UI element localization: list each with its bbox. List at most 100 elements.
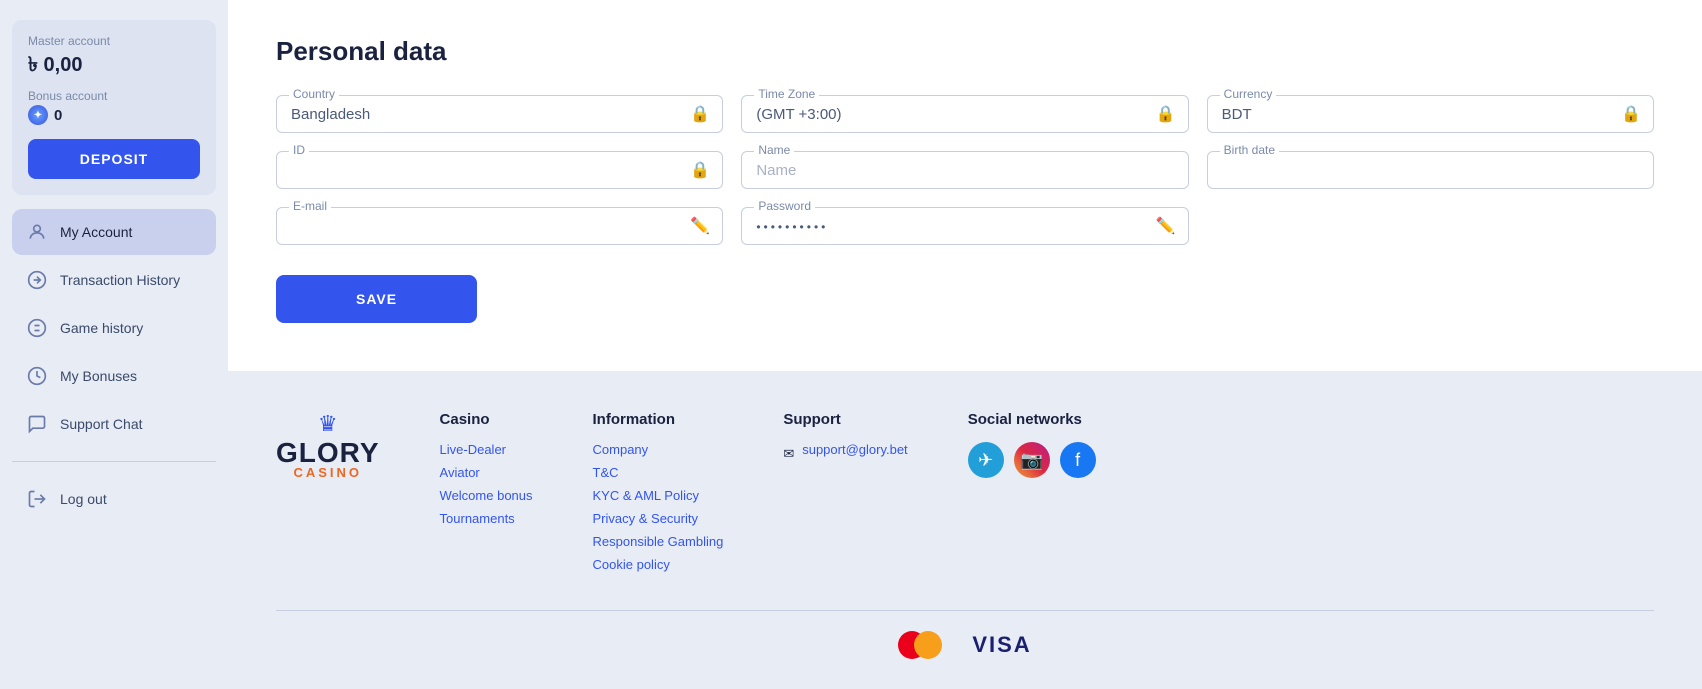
support-email-row: ✉ support@glory.bet: [783, 442, 907, 465]
id-input: [291, 162, 708, 179]
sidebar-item-transaction-history[interactable]: Transaction History: [12, 257, 216, 303]
footer-link-tandc[interactable]: T&C: [593, 465, 724, 480]
form-row-2: ID 🔒 Name Birth date: [276, 151, 1654, 189]
bonus-icon: ✦: [28, 105, 48, 125]
bonus-amount: 0: [54, 107, 62, 124]
casino-col-title: Casino: [440, 411, 533, 428]
footer: ♛ GLORY CASINO Casino Live-Dealer Aviato…: [228, 371, 1702, 689]
sidebar-item-label: Game history: [60, 320, 143, 336]
footer-link-privacy[interactable]: Privacy & Security: [593, 511, 724, 526]
footer-link-live-dealer[interactable]: Live-Dealer: [440, 442, 533, 457]
country-input: [291, 106, 708, 123]
visa-logo: VISA: [972, 632, 1031, 658]
password-dots: ••••••••••: [756, 220, 828, 234]
page-title: Personal data: [276, 36, 1654, 67]
id-lock-icon: 🔒: [690, 160, 710, 180]
bonus-account-label: Bonus account: [28, 89, 200, 103]
mastercard-icon: [898, 631, 942, 659]
name-field[interactable]: Name: [741, 151, 1188, 189]
transaction-icon: [26, 269, 48, 291]
master-balance: ৳ 0,00: [28, 50, 200, 83]
footer-support-col: Support ✉ support@glory.bet: [783, 411, 907, 465]
sidebar-item-my-account[interactable]: My Account: [12, 209, 216, 255]
footer-link-responsible[interactable]: Responsible Gambling: [593, 534, 724, 549]
email-field[interactable]: E-mail ✏️: [276, 207, 723, 245]
footer-bottom: VISA: [276, 631, 1654, 659]
gamehistory-icon: [26, 317, 48, 339]
deposit-button[interactable]: DEPOSIT: [28, 139, 200, 179]
email-icon: ✉: [783, 446, 794, 462]
country-lock-icon: 🔒: [690, 104, 710, 124]
sidebar-item-support-chat[interactable]: Support Chat: [12, 401, 216, 447]
logout-icon: [26, 488, 48, 510]
country-label: Country: [289, 87, 339, 101]
support-col-title: Support: [783, 411, 907, 428]
instagram-icon[interactable]: 📷: [1014, 442, 1050, 478]
footer-social-col: Social networks ✈ 📷 f: [968, 411, 1096, 478]
bonuses-icon: [26, 365, 48, 387]
footer-link-cookie[interactable]: Cookie policy: [593, 557, 724, 572]
sidebar-item-game-history[interactable]: Game history: [12, 305, 216, 351]
empty-col: [1207, 207, 1654, 245]
logout-label: Log out: [60, 491, 107, 507]
currency-field: Currency 🔒 document.querySelector('[data…: [1207, 95, 1654, 133]
save-button[interactable]: SAVE: [276, 275, 477, 323]
sidebar-item-label: My Account: [60, 224, 132, 240]
email-input[interactable]: [291, 218, 708, 235]
footer-top: ♛ GLORY CASINO Casino Live-Dealer Aviato…: [276, 411, 1654, 580]
social-col-title: Social networks: [968, 411, 1096, 428]
footer-logo: ♛ GLORY CASINO: [276, 411, 380, 480]
chat-icon: [26, 413, 48, 435]
telegram-icon[interactable]: ✈: [968, 442, 1004, 478]
social-links: ✈ 📷 f: [968, 442, 1096, 478]
id-field: ID 🔒: [276, 151, 723, 189]
sidebar-nav: My Account Transaction History Game hist…: [12, 209, 216, 447]
sidebar-item-label: My Bonuses: [60, 368, 137, 384]
footer-link-tournaments[interactable]: Tournaments: [440, 511, 533, 526]
sidebar-item-my-bonuses[interactable]: My Bonuses: [12, 353, 216, 399]
password-field[interactable]: Password •••••••••• ✏️: [741, 207, 1188, 245]
facebook-icon[interactable]: f: [1060, 442, 1096, 478]
logo-casino-text: CASINO: [293, 465, 362, 480]
logo-crown-icon: ♛: [318, 411, 338, 437]
footer-link-aviator[interactable]: Aviator: [440, 465, 533, 480]
footer-link-company[interactable]: Company: [593, 442, 724, 457]
id-label: ID: [289, 143, 309, 157]
sidebar-item-logout[interactable]: Log out: [12, 476, 216, 522]
account-section: Master account ৳ 0,00 Bonus account ✦ 0 …: [12, 20, 216, 195]
timezone-lock-icon: 🔒: [1156, 104, 1176, 124]
email-edit-icon[interactable]: ✏️: [690, 216, 710, 236]
form-row-1: Country 🔒 document.querySelector('[data-…: [276, 95, 1654, 133]
footer-link-kyc[interactable]: KYC & AML Policy: [593, 488, 724, 503]
footer-link-welcome-bonus[interactable]: Welcome bonus: [440, 488, 533, 503]
currency-lock-icon: 🔒: [1621, 104, 1641, 124]
country-field: Country 🔒 document.querySelector('[data-…: [276, 95, 723, 133]
person-icon: [26, 221, 48, 243]
birthdate-label: Birth date: [1220, 143, 1279, 157]
main-content: Personal data Country 🔒 document.querySe…: [228, 0, 1702, 689]
bonus-value-row: ✦ 0: [28, 105, 200, 125]
sidebar-item-label: Transaction History: [60, 272, 180, 288]
currency-label: Currency: [1220, 87, 1277, 101]
currency-input: [1222, 106, 1639, 123]
footer-casino-col: Casino Live-Dealer Aviator Welcome bonus…: [440, 411, 533, 534]
name-label: Name: [754, 143, 794, 157]
email-label: E-mail: [289, 199, 331, 213]
sidebar: Master account ৳ 0,00 Bonus account ✦ 0 …: [0, 0, 228, 689]
footer-divider: [276, 610, 1654, 611]
password-edit-icon[interactable]: ✏️: [1156, 216, 1176, 236]
birthdate-input[interactable]: [1222, 162, 1639, 179]
timezone-input: [756, 106, 1173, 123]
sidebar-divider: [12, 461, 216, 462]
information-col-title: Information: [593, 411, 724, 428]
birthdate-field[interactable]: Birth date: [1207, 151, 1654, 189]
mc-orange-circle: [914, 631, 942, 659]
timezone-field: Time Zone 🔒 document.querySelector('[dat…: [741, 95, 1188, 133]
timezone-label: Time Zone: [754, 87, 819, 101]
name-input[interactable]: [756, 162, 1173, 179]
footer-information-col: Information Company T&C KYC & AML Policy…: [593, 411, 724, 580]
master-account-label: Master account: [28, 34, 200, 48]
personal-data-section: Personal data Country 🔒 document.querySe…: [228, 0, 1702, 371]
password-label: Password: [754, 199, 815, 213]
support-email-link[interactable]: support@glory.bet: [802, 442, 907, 457]
